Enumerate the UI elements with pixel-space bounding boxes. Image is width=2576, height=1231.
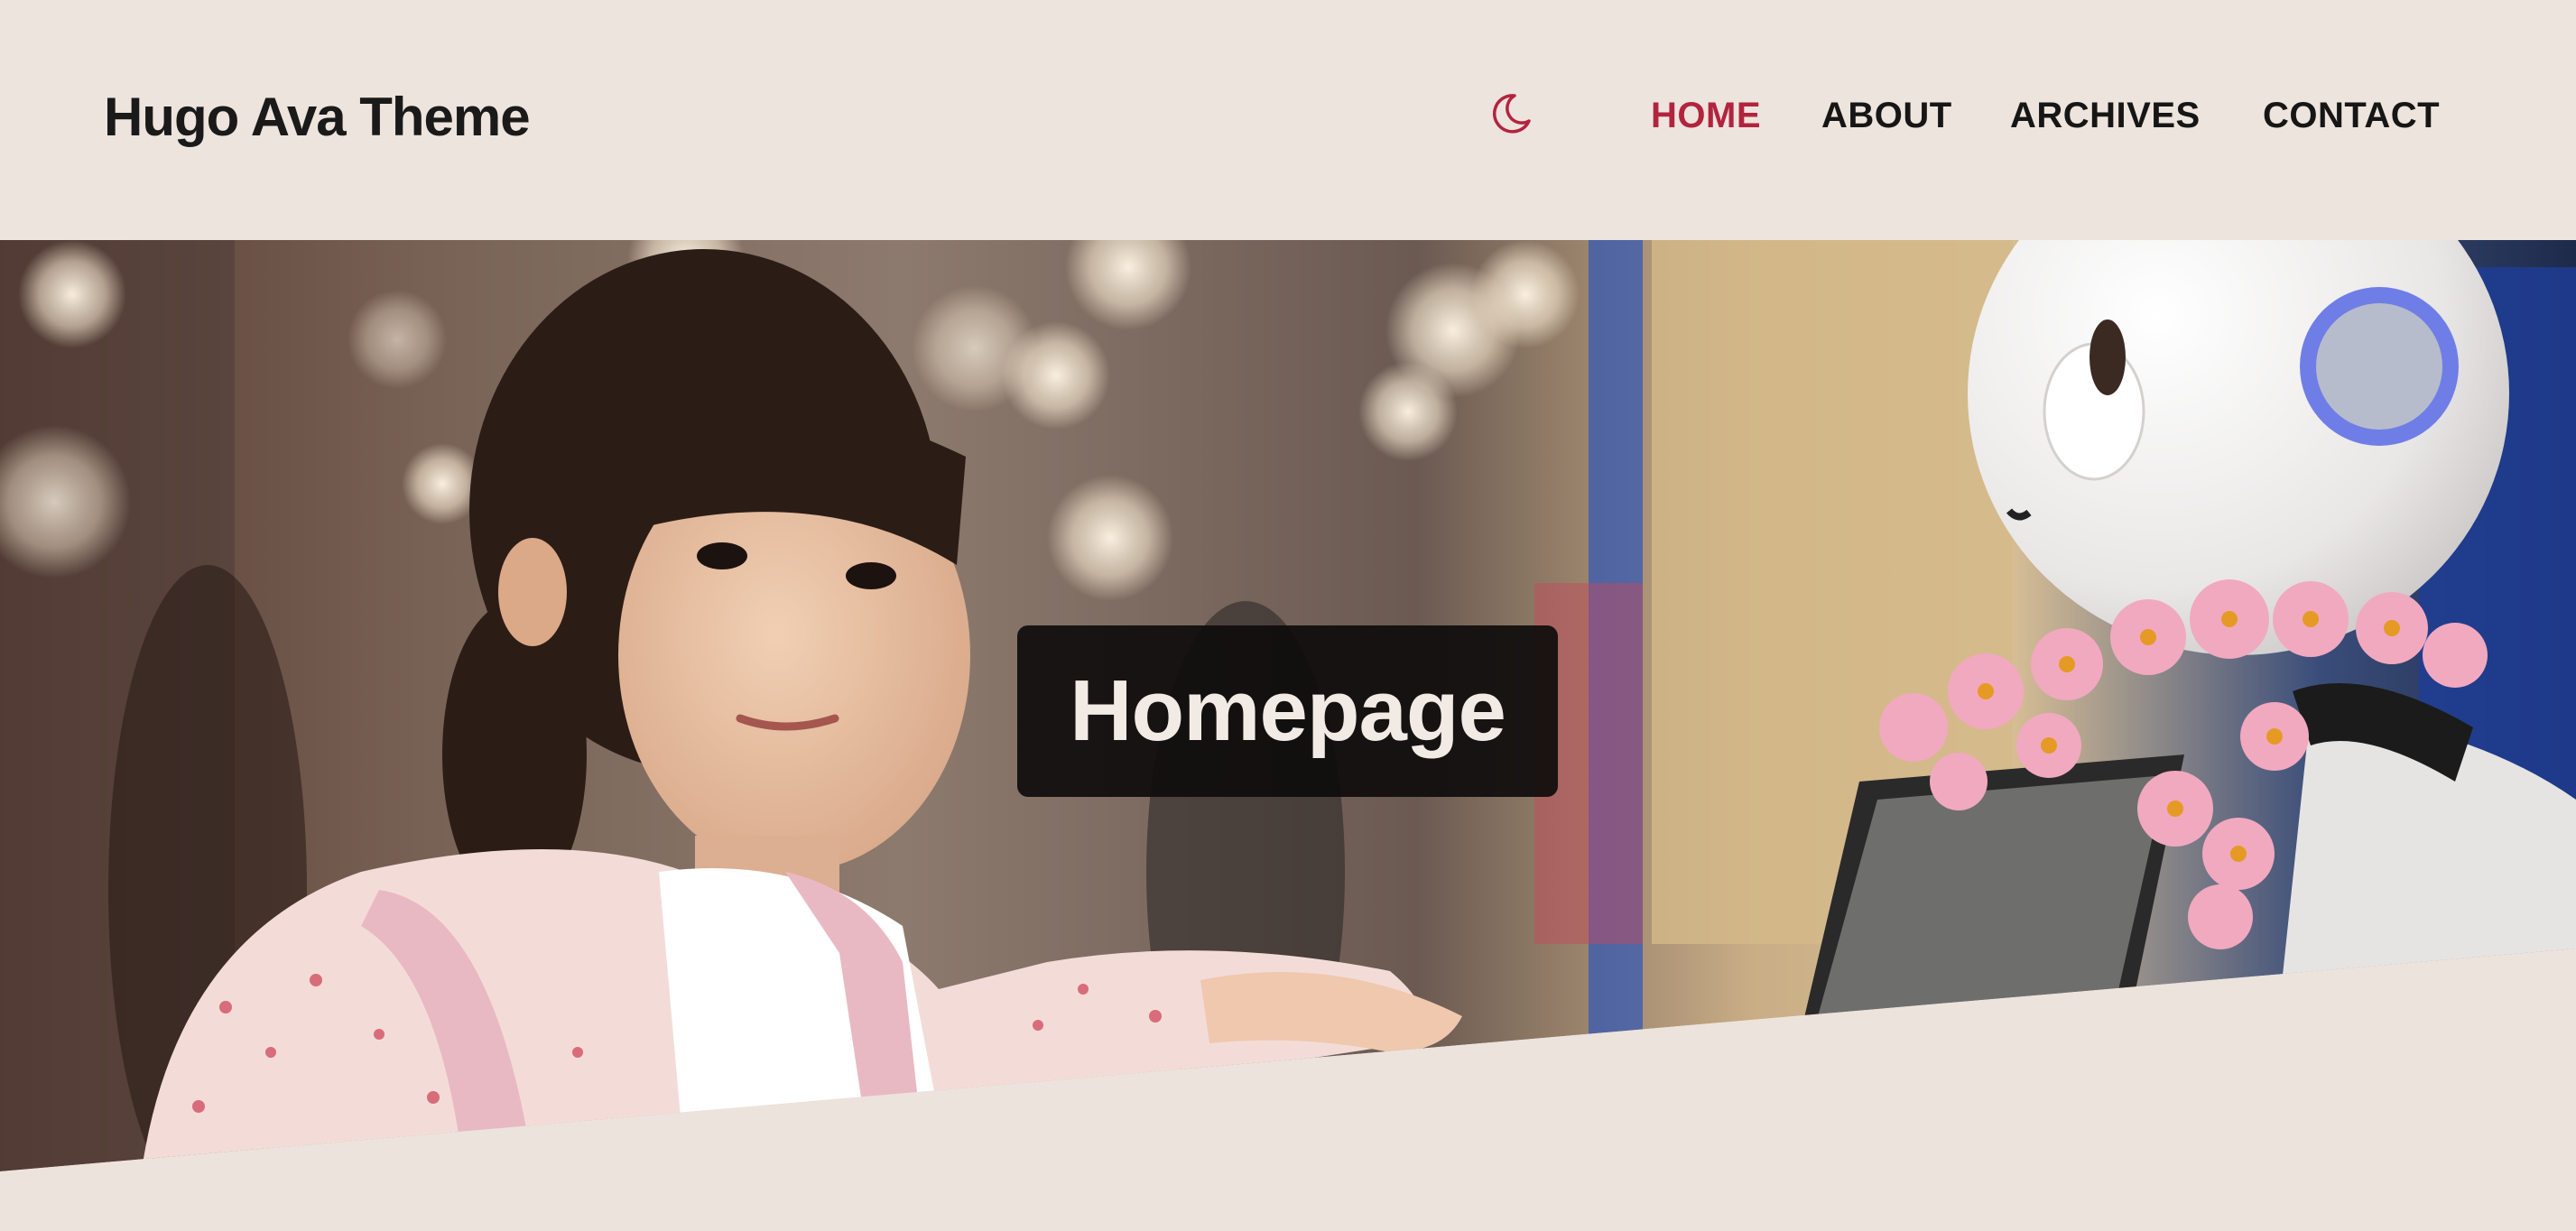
- nav-contact[interactable]: CONTACT: [2263, 94, 2440, 137]
- nav-archives[interactable]: ARCHIVES: [2010, 94, 2201, 137]
- site-header: Hugo Ava Theme HOME ABOUT ARCHIVES CONTA…: [0, 0, 2576, 240]
- site-title-link[interactable]: Hugo Ava Theme: [104, 83, 531, 152]
- hero-title-box: Homepage: [1017, 625, 1558, 797]
- hero-section: Homepage: [0, 240, 2576, 1231]
- page: Hugo Ava Theme HOME ABOUT ARCHIVES CONTA…: [0, 0, 2576, 1231]
- moon-icon[interactable]: [1484, 88, 1534, 139]
- nav-home[interactable]: HOME: [1651, 94, 1761, 137]
- hero-title: Homepage: [1070, 662, 1506, 759]
- nav-about[interactable]: ABOUT: [1821, 94, 1952, 137]
